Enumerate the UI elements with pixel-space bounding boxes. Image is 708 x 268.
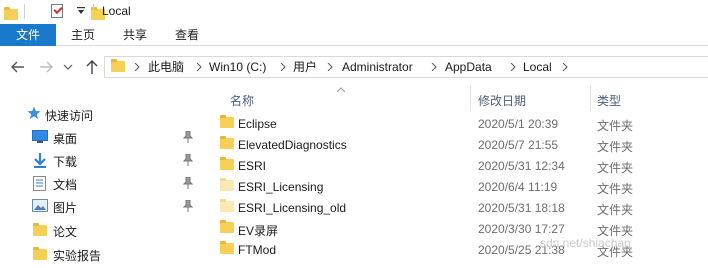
nav-item-label: 图片	[53, 201, 78, 215]
forward-arrow-icon[interactable]	[36, 57, 56, 77]
up-arrow-icon[interactable]	[82, 57, 102, 77]
watermark-text: sdn.net/shiachan	[540, 236, 631, 250]
breadcrumb-appdata[interactable]: AppData	[445, 59, 492, 75]
nav-item-label: 实验报告	[53, 249, 102, 263]
file-date: 2020/6/4 11:19	[478, 180, 558, 194]
nav-item-label: 快速访问	[45, 109, 94, 123]
breadcrumb-local[interactable]: Local	[523, 59, 552, 75]
file-name: ESRI	[238, 159, 267, 173]
file-date: 2020/5/7 21:55	[478, 138, 559, 152]
file-name: FTMod	[238, 243, 277, 257]
chevron-right-icon[interactable]	[134, 63, 140, 71]
ribbon: 文件 主页 共享 查看	[0, 24, 708, 46]
file-type: 文件夹	[597, 119, 634, 133]
breadcrumb-this-pc[interactable]: 此电脑	[148, 59, 184, 75]
properties-icon[interactable]	[51, 4, 64, 18]
table-row[interactable]: ESRI_Licensing 2020/6/4 11:19 文件夹	[214, 176, 708, 197]
folder-icon	[220, 241, 234, 254]
file-type: 文件夹	[597, 140, 634, 154]
chevron-right-icon[interactable]	[431, 63, 437, 71]
nav-item-desktop[interactable]: 桌面	[0, 126, 205, 148]
separator	[24, 4, 25, 19]
column-header-date[interactable]: 修改日期	[478, 92, 526, 109]
folder-icon	[33, 223, 47, 236]
navigation-bar: 此电脑 Win10 (C:) 用户 Administrator AppData …	[0, 47, 708, 85]
breadcrumb-users[interactable]: 用户	[293, 59, 317, 75]
nav-item-label: 论文	[53, 225, 78, 239]
separator	[93, 4, 94, 19]
folder-icon	[220, 136, 234, 149]
file-date: 2020/3/30 17:27	[478, 222, 565, 236]
address-bar[interactable]: 此电脑 Win10 (C:) 用户 Administrator AppData …	[104, 56, 708, 78]
table-row[interactable]: ESRI 2020/5/31 12:34 文件夹	[214, 155, 708, 176]
nav-item-label: 文档	[53, 178, 78, 192]
file-date: 2020/5/1 20:39	[478, 117, 559, 131]
table-row[interactable]: ElevatedDiagnostics 2020/5/7 21:55 文件夹	[214, 134, 708, 155]
chevron-right-icon[interactable]	[280, 63, 286, 71]
tab-file[interactable]: 文件	[0, 24, 56, 46]
file-name: ElevatedDiagnostics	[238, 138, 347, 152]
file-name: ESRI_Licensing_old	[238, 201, 347, 215]
chevron-right-icon[interactable]	[327, 63, 333, 71]
folder-icon	[220, 115, 234, 128]
file-date: 2020/5/31 18:18	[478, 201, 565, 215]
folder-icon	[33, 247, 47, 260]
back-arrow-icon[interactable]	[8, 57, 28, 77]
tab-home[interactable]: 主页	[60, 24, 106, 46]
nav-item-folder[interactable]: 实验报告	[0, 243, 205, 265]
file-name: EV录屏	[238, 224, 279, 238]
table-row[interactable]: Eclipse 2020/5/1 20:39 文件夹	[214, 113, 708, 134]
table-row[interactable]: EV录屏 2020/3/30 17:27 文件夹	[214, 218, 708, 239]
sort-ascending-icon	[336, 87, 346, 93]
folder-icon	[220, 199, 234, 212]
customize-toolbar-icon[interactable]	[77, 7, 85, 15]
breadcrumb-administrator[interactable]: Administrator	[342, 59, 413, 75]
nav-item-label: 下载	[53, 155, 78, 169]
file-type: 文件夹	[597, 182, 634, 196]
chevron-right-icon[interactable]	[196, 63, 202, 71]
table-row[interactable]: FTMod 2020/5/25 21:38 文件夹	[214, 239, 708, 260]
folder-icon	[220, 220, 234, 233]
nav-item-label: 桌面	[53, 132, 78, 146]
nav-item-pictures[interactable]: 图片	[0, 195, 205, 217]
recent-locations-icon[interactable]	[62, 57, 74, 77]
nav-item-documents[interactable]: 文档	[0, 172, 205, 194]
folder-icon[interactable]	[4, 7, 18, 20]
chevron-right-icon[interactable]	[510, 63, 516, 71]
download-icon	[34, 153, 46, 168]
tab-view[interactable]: 查看	[164, 24, 210, 46]
pin-icon[interactable]	[183, 131, 193, 143]
table-row[interactable]: ESRI_Licensing_old 2020/5/31 18:18 文件夹	[214, 197, 708, 218]
folder-icon	[220, 178, 234, 191]
file-type: 文件夹	[597, 161, 634, 175]
pin-icon[interactable]	[183, 200, 193, 212]
star-icon	[27, 106, 41, 119]
nav-item-folder[interactable]: 论文	[0, 219, 205, 241]
pin-icon[interactable]	[183, 177, 193, 189]
column-header-row: 名称 修改日期 类型	[214, 85, 708, 111]
nav-item-downloads[interactable]: 下载	[0, 149, 205, 171]
document-icon	[33, 176, 46, 191]
pin-icon[interactable]	[183, 154, 193, 166]
folder-icon	[220, 157, 234, 170]
chevron-right-icon[interactable]	[562, 63, 568, 71]
file-name: ESRI_Licensing	[238, 180, 324, 194]
folder-icon	[111, 59, 125, 72]
navigation-pane: 快速访问 桌面 下载 文档 图片 论文 实验报告	[0, 95, 205, 268]
nav-item-quick-access[interactable]: 快速访问	[0, 103, 205, 125]
desktop-icon	[32, 130, 48, 143]
file-list: 名称 修改日期 类型 Eclipse 2020/5/1 20:39 文件夹 El…	[214, 85, 708, 268]
column-header-type[interactable]: 类型	[597, 92, 621, 109]
file-name: Eclipse	[238, 117, 277, 131]
tab-share[interactable]: 共享	[112, 24, 158, 46]
file-date: 2020/5/31 12:34	[478, 159, 565, 173]
breadcrumb-drive[interactable]: Win10 (C:)	[209, 59, 266, 75]
picture-icon	[32, 199, 48, 212]
column-divider[interactable]	[590, 85, 591, 111]
column-divider[interactable]	[470, 85, 471, 111]
column-header-name[interactable]: 名称	[230, 92, 254, 109]
title-bar: Local	[0, 0, 708, 24]
window-title: Local	[102, 4, 131, 18]
file-type: 文件夹	[597, 203, 634, 217]
